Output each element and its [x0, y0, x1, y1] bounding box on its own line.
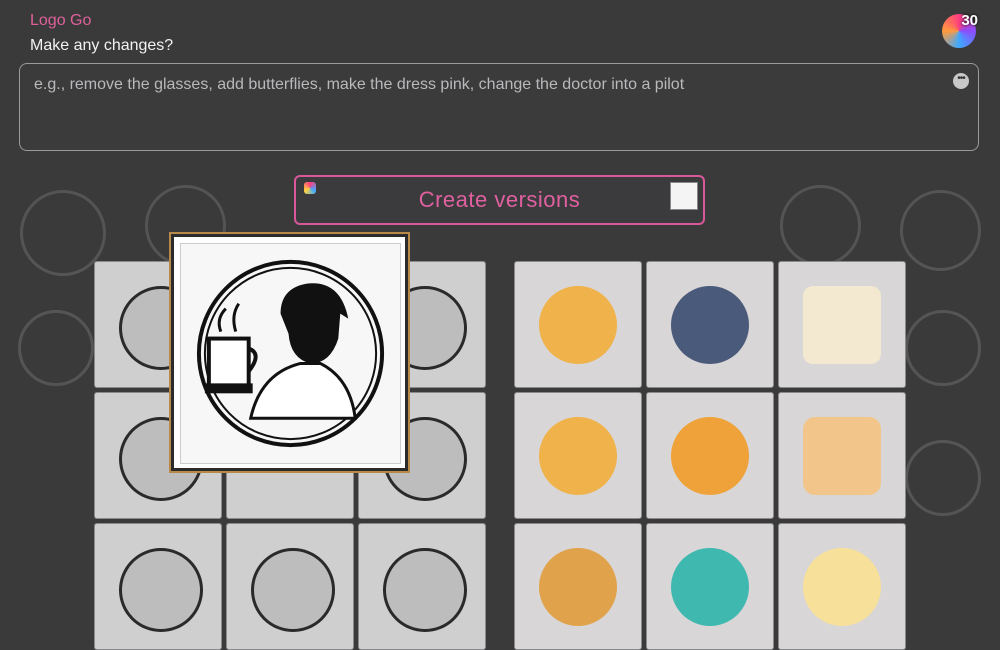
colorful-logo-icon [304, 182, 316, 194]
result-tile[interactable] [358, 523, 486, 650]
create-versions-label: Create versions [418, 187, 581, 212]
preview-logo-image [180, 243, 401, 464]
result-tile[interactable] [514, 523, 642, 650]
app-title: Logo Go [30, 12, 92, 29]
result-tile[interactable] [778, 261, 906, 388]
result-tile[interactable] [646, 523, 774, 650]
result-tile[interactable] [646, 392, 774, 519]
create-versions-button[interactable]: Create versions [294, 175, 705, 225]
change-prompt-input[interactable] [32, 74, 936, 143]
prompt-label: Make any changes? [30, 37, 174, 54]
right-results-grid [514, 261, 906, 650]
prompt-box: ••• [19, 63, 979, 151]
selected-logo-thumbnail[interactable] [670, 182, 698, 210]
result-tile[interactable] [514, 261, 642, 388]
result-tile[interactable] [646, 261, 774, 388]
result-tile[interactable] [226, 523, 354, 650]
credits-avatar[interactable]: 30 [942, 12, 978, 48]
boy-coffee-logo-icon [196, 259, 385, 448]
more-options-icon[interactable]: ••• [953, 73, 969, 89]
result-tile[interactable] [514, 392, 642, 519]
result-tile[interactable] [94, 523, 222, 650]
enlarged-logo-preview[interactable] [171, 234, 408, 471]
result-tile[interactable] [778, 392, 906, 519]
result-tile[interactable] [778, 523, 906, 650]
credits-count: 30 [961, 12, 978, 29]
